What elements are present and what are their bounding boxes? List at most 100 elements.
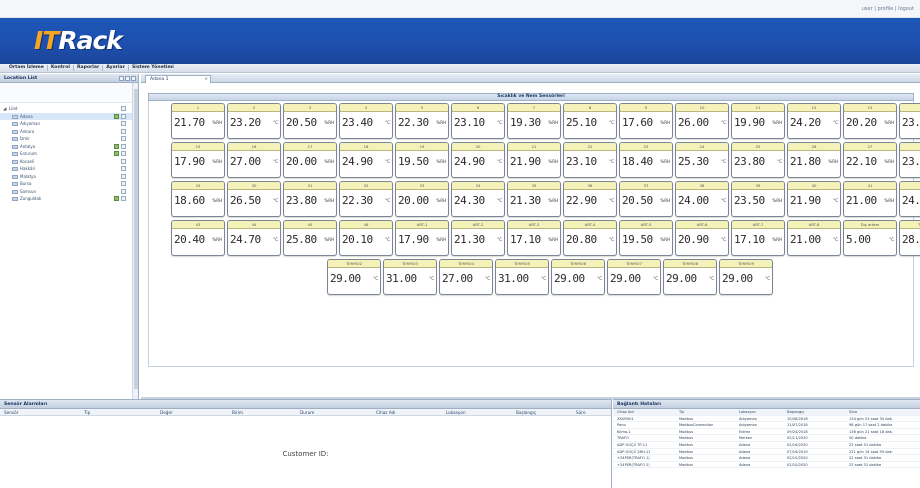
sensor-tile[interactable]: 30 26.50 °C	[227, 181, 281, 217]
scrollbar-thumb[interactable]	[134, 89, 138, 389]
collapse-icon[interactable]	[119, 76, 124, 81]
sensor-tile[interactable]: 45 25.80 %RH	[283, 220, 337, 256]
sensor-tile[interactable]: 46 20.10 °C	[339, 220, 393, 256]
menu-item-kontrol[interactable]: Kontrol	[48, 65, 74, 71]
sensor-tile[interactable]: 38 24.00 °C	[675, 181, 729, 217]
column-header[interactable]: Cihaz Adı	[617, 409, 634, 415]
sensor-tile[interactable]: TERMO6 29.00 °C	[551, 259, 605, 295]
sensor-tile[interactable]: TERMO7 29.00 °C	[607, 259, 661, 295]
column-header[interactable]: Değer	[160, 409, 173, 416]
table-row[interactable]: ZKUR001 Modbus Adıyaman 10/08/2018 134 gün 2…	[613, 416, 920, 423]
sensor-tile[interactable]: 4224.40°C	[899, 181, 920, 217]
sensor-tile[interactable]: 35 21.30 %RH	[507, 181, 561, 217]
menu-item-ortam-izleme[interactable]: Ortam İzleme	[6, 65, 48, 71]
sensor-tile[interactable]: Dış ortam 5.00 °C	[843, 220, 897, 256]
table-row[interactable]: TRAFO Modbus Merkez 02/11/2020 50 dakika	[613, 435, 920, 442]
sensor-tile[interactable]: 10 26.00 °C	[675, 103, 729, 139]
sensor-tile[interactable]: 17 20.00 %RH	[283, 142, 337, 178]
sensor-tile[interactable]: 25 23.80 °C	[731, 142, 785, 178]
tree-item-checkbox[interactable]	[121, 181, 126, 186]
sensor-tile[interactable]: TERMO5 31.00 °C	[495, 259, 549, 295]
sensor-tile[interactable]: 24 25.30 °C	[675, 142, 729, 178]
tree-item[interactable]: ◢ Lilet	[0, 105, 138, 113]
sensor-tile[interactable]: 27 22.10 %RH	[843, 142, 897, 178]
sensor-tile[interactable]: 18 24.90 °C	[339, 142, 393, 178]
tree-item-checkbox[interactable]	[121, 143, 126, 149]
sensor-tile[interactable]: ART-5 19.50 %RH	[619, 220, 673, 256]
sensor-tile[interactable]: 44 24.70 °C	[227, 220, 281, 256]
sensor-tile[interactable]: 21 21.90 %RH	[507, 142, 561, 178]
column-header[interactable]: Süre	[576, 409, 586, 416]
sensor-tile[interactable]: 2823.50°C	[899, 142, 920, 178]
sensor-tile[interactable]: 43 20.40 %RH	[171, 220, 225, 256]
menu-item-sistem-yonetimi[interactable]: Sistem Yönetimi	[129, 65, 177, 71]
column-header[interactable]: Başlangıç	[787, 409, 804, 415]
sensor-tile[interactable]: TERMO128.00°C	[899, 220, 920, 256]
sensor-tile[interactable]: TERMO9 29.00 °C	[719, 259, 773, 295]
sensor-tile[interactable]: 22 23.10 °C	[563, 142, 617, 178]
table-row[interactable]: ADP GÜÇÜ 2BH-11 Modbus Adana 07/16/2019 221 …	[613, 449, 920, 456]
user-links[interactable]: user | profile | logout	[862, 6, 914, 12]
sensor-tile[interactable]: 16 27.00 °C	[227, 142, 281, 178]
sensor-tile[interactable]: 2 23.20 °C	[227, 103, 281, 139]
tree-item-checkbox[interactable]	[121, 128, 126, 134]
tree-item[interactable]: Kocaeli	[0, 158, 138, 166]
sensor-tile[interactable]: ART-4 20.80 °C	[563, 220, 617, 256]
tree-item-checkbox[interactable]	[121, 151, 126, 156]
table-row[interactable]: ADP GÜÇÜ TP-11 Modbus Adana 02/16/2020 22 sa…	[613, 442, 920, 449]
sensor-tile[interactable]: 1 21.70 %RH	[171, 103, 225, 139]
column-header[interactable]: Birim	[232, 409, 243, 416]
sensor-tile[interactable]: 8 25.10 °C	[563, 103, 617, 139]
sensor-tile[interactable]: 5 22.30 %RH	[395, 103, 449, 139]
sensor-tile[interactable]: 15 17.90 %RH	[171, 142, 225, 178]
sensor-tile[interactable]: TERMO8 29.00 °C	[663, 259, 717, 295]
sensor-tile[interactable]: ART-8 21.00 °C	[787, 220, 841, 256]
sensor-tile[interactable]: 34 24.30 °C	[451, 181, 505, 217]
sensor-tile[interactable]: 19 19.50 %RH	[395, 142, 449, 178]
sensor-tile[interactable]: 40 21.90 °C	[787, 181, 841, 217]
tab-adana-1[interactable]: Adana 1 ×	[145, 75, 211, 83]
pin-icon[interactable]	[131, 76, 136, 81]
tree-item[interactable]: Bursa	[0, 180, 138, 188]
sensor-tile[interactable]: 32 22.30 °C	[339, 181, 393, 217]
location-scrollbar[interactable]	[132, 83, 138, 399]
sensor-tile[interactable]: 6 23.10 °C	[451, 103, 505, 139]
tree-item[interactable]: Ankara	[0, 128, 138, 136]
column-header[interactable]: Lokasyon	[446, 409, 466, 416]
tree-item[interactable]: Adana	[0, 112, 138, 120]
tree-item-checkbox[interactable]	[121, 188, 126, 194]
column-header[interactable]: Cihaz Adı	[376, 409, 395, 416]
sensor-tile[interactable]: 1423.50°C	[899, 103, 920, 139]
table-row[interactable]: Klima-1 Modbus Edirne 09/24/2018 136 gün 21 …	[613, 429, 920, 436]
tree-item-checkbox[interactable]	[121, 173, 126, 179]
sensor-tile[interactable]: 4 23.40 °C	[339, 103, 393, 139]
menu-item-ayarlar[interactable]: Ayarlar	[103, 65, 129, 71]
column-header[interactable]: Tip	[84, 409, 90, 416]
tree-item-checkbox[interactable]	[121, 136, 126, 141]
close-icon[interactable]: ×	[204, 76, 208, 83]
sensor-tile[interactable]: 37 20.50 %RH	[619, 181, 673, 217]
sensor-tile[interactable]: 12 24.20 °C	[787, 103, 841, 139]
column-header[interactable]: Süre	[849, 409, 857, 415]
sensor-tile[interactable]: TERMO3 31.00 °C	[383, 259, 437, 295]
tree-item-checkbox[interactable]	[121, 158, 126, 164]
menu-item-raporlar[interactable]: Raporlar	[74, 65, 104, 71]
table-row[interactable]: +24PSR(TRAFO 1) Modbus Adana 02/10/2020 22 s…	[613, 455, 920, 462]
column-header[interactable]: Lokasyon	[739, 409, 756, 415]
tree-item[interactable]: Hakkâri	[0, 165, 138, 173]
column-header[interactable]: Sensör	[4, 409, 18, 416]
sensor-tile[interactable]: ART-6 20.90 °C	[675, 220, 729, 256]
column-header[interactable]: Tip	[679, 409, 684, 415]
tree-item-checkbox[interactable]	[121, 106, 126, 111]
sensor-tile[interactable]: 7 19.30 %RH	[507, 103, 561, 139]
sensor-tile[interactable]: ART-7 17.10 %RH	[731, 220, 785, 256]
tree-item-checkbox[interactable]	[121, 166, 126, 171]
tree-item-checkbox[interactable]	[121, 196, 126, 201]
column-header[interactable]: Durum	[300, 409, 314, 416]
sensor-tile[interactable]: 9 17.60 %RH	[619, 103, 673, 139]
sensor-tile[interactable]: 33 20.00 %RH	[395, 181, 449, 217]
sensor-tile[interactable]: 26 21.80 %RH	[787, 142, 841, 178]
tree-item[interactable]: Erzurum	[0, 150, 138, 158]
sensor-tile[interactable]: 29 18.60 %RH	[171, 181, 225, 217]
table-row[interactable]: +24PSR(TRAFO 2) Modbus Adana 02/10/2020 22 s…	[613, 462, 920, 469]
